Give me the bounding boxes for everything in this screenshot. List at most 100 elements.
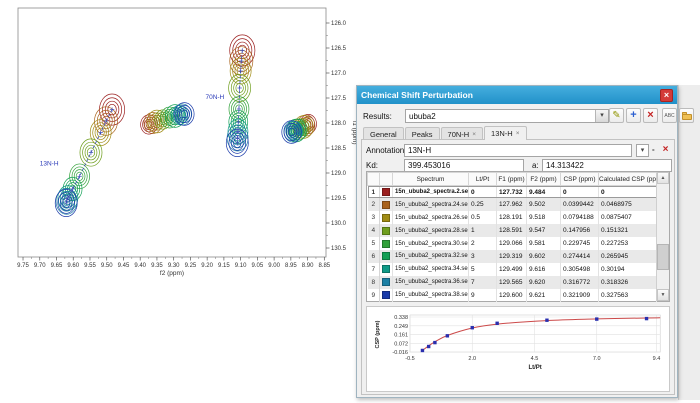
y-tick-label: 127.0 [331,71,347,77]
cell-ltpt: 0.25 [469,198,497,211]
y-tick-label: 128.5 [331,146,347,152]
spectrum-color-swatch [382,188,390,196]
rename-button[interactable]: ABC [662,108,677,123]
cell-ltpt: 3 [469,250,497,263]
spectrum-color-swatch [382,291,390,299]
table-row[interactable]: 315n_ububa2_spectra.26.ser0.5128.1919.51… [368,211,657,224]
annotation-dropdown-icon[interactable]: ▾ [636,144,649,157]
cell-f2: 9.502 [527,198,561,211]
col-spectrum[interactable]: Spectrum [393,173,469,186]
x-tick-label: 8.95 [285,263,297,269]
results-dropdown[interactable]: ububa2 ▾ [405,109,609,123]
x-tick-label: 9.75 [17,263,29,269]
cell-csp: 0.321909 [561,289,599,302]
annotation-minus-button[interactable]: - [652,145,655,154]
csp-data-point[interactable] [421,349,424,352]
table-row[interactable]: 115n_ububa2_spectra.2.ser0127.7329.48400 [368,186,657,199]
background-window-strip [678,85,700,400]
cell-spectrum: 15n_ububa2_spectra.32.ser [393,250,469,263]
col-ltpt[interactable]: Lt/Pt [469,173,497,186]
cell-ltpt: 7 [469,276,497,289]
csp-data-point[interactable] [595,317,598,320]
cell-spectrum: 15n_ububa2_spectra.2.ser [393,186,469,199]
cell-csp: 0.316772 [561,276,599,289]
peak-assignment-label: 13N-H [40,161,59,168]
close-icon[interactable]: × [660,89,673,102]
a-label: a: [532,161,539,170]
nmr-spectrum-plot[interactable]: 9.759.709.659.609.559.509.459.409.359.30… [6,0,358,290]
table-row[interactable]: 415n_ububa2_spectra.28.ser1128.5919.5470… [368,224,657,237]
spectrum-color-swatch [382,240,390,248]
x-tick-label: 9.25 [185,263,197,269]
cell-f1: 127.962 [497,198,527,211]
csp-data-point[interactable] [471,326,474,329]
scroll-up-icon[interactable]: ▲ [657,172,669,184]
annotation-input[interactable] [404,144,632,157]
color-swatch [380,263,393,276]
annotation-remove-button[interactable]: × [659,144,672,157]
spectra-table-grid: Spectrum Lt/Pt F1 (ppm) F2 (ppm) CSP (pp… [367,172,657,302]
csp-data-point[interactable] [433,341,436,344]
y-tick-label: 126.0 [331,21,347,27]
col-csp[interactable]: CSP (ppm) [561,173,599,186]
table-row[interactable]: 215n_ububa2_spectra.24.ser0.25127.9629.5… [368,198,657,211]
annotation-row: Annotation: ▾ - × [366,144,670,157]
results-label: Results: [363,112,392,121]
cell-f1: 129.600 [497,289,527,302]
cell-calc-csp: 0.227253 [599,237,657,250]
x-tick-label: 9.70 [34,263,46,269]
table-row[interactable]: 515n_ububa2_spectra.30.ser2129.0669.5810… [368,237,657,250]
cell-ltpt: 0.5 [469,211,497,224]
csp-data-point[interactable] [645,317,648,320]
csp-data-point[interactable] [427,345,430,348]
cell-ltpt: 2 [469,237,497,250]
csp-data-point[interactable] [545,319,548,322]
tab-close-icon[interactable]: × [472,131,476,138]
csp-data-point[interactable] [495,322,498,325]
nmr-y-axis: 126.0126.5127.0127.5128.0128.5129.0129.5… [326,21,358,252]
x-tick-label: 9.35 [151,263,163,269]
tab-close-icon[interactable]: × [516,130,520,137]
csp-data-point[interactable] [446,334,449,337]
cell-ltpt: 9 [469,289,497,302]
table-row[interactable]: 715n_ububa2_spectra.34.ser5129.4999.6160… [368,263,657,276]
table-row[interactable]: 815n_ububa2_spectra.36.ser7129.5659.6200… [368,276,657,289]
cell-calc-csp: 0.30194 [599,263,657,276]
spectrum-color-swatch [382,252,390,260]
cell-f1: 129.319 [497,250,527,263]
table-row[interactable]: 915n_ububa2_spectra.38.ser9129.6009.6210… [368,289,657,302]
cell-spectrum: 15n_ububa2_spectra.26.ser [393,211,469,224]
table-row[interactable]: 615n_ububa2_spectra.32.ser3129.3199.6020… [368,250,657,263]
scroll-down-icon[interactable]: ▼ [657,289,669,301]
delete-button[interactable]: × [643,108,658,123]
add-button[interactable]: + [626,108,641,123]
row-number: 7 [368,263,380,276]
x-tick-label: 9.10 [235,263,247,269]
csp-x-tick-label: 2.0 [468,356,476,362]
edit-pencil-button[interactable]: ✎ [609,108,624,123]
x-tick-label: 9.30 [168,263,180,269]
csp-x-tick-label: 4.5 [531,356,539,362]
cell-csp: 0.0399442 [561,198,599,211]
y-tick-label: 130.5 [331,246,347,252]
csp-x-tick-label: -0.5 [405,356,414,362]
color-swatch [380,250,393,263]
col-f1[interactable]: F1 (ppm) [497,173,527,186]
table-scrollbar[interactable]: ▲ ▼ [656,172,669,301]
csp-fit-chart[interactable]: 0.3380.2490.1610.072-0.016-0.52.04.57.09… [367,307,669,391]
cell-spectrum: 15n_ububa2_spectra.36.ser [393,276,469,289]
application-window: 9.759.709.659.609.559.509.459.409.359.30… [0,0,700,403]
col-calc-csp[interactable]: Calculated CSP (ppm) [599,173,657,186]
csp-y-tick-label: 0.161 [394,333,408,339]
col-f2[interactable]: F2 (ppm) [527,173,561,186]
chevron-down-icon[interactable]: ▾ [595,110,608,122]
cell-calc-csp: 0.265945 [599,250,657,263]
csp-y-axis-label: CSP (ppm) [375,320,381,348]
y-tick-label: 129.0 [331,171,347,177]
tab-page-13n-h: Annotation: ▾ - × Kd: a: [361,139,675,395]
x-tick-label: 9.60 [67,263,79,269]
dialog-titlebar[interactable]: Chemical Shift Perturbation × [357,86,677,104]
tab-13n-h[interactable]: 13N-H× [484,126,526,140]
scrollbar-thumb[interactable] [657,244,669,270]
open-folder-button[interactable] [679,108,694,123]
